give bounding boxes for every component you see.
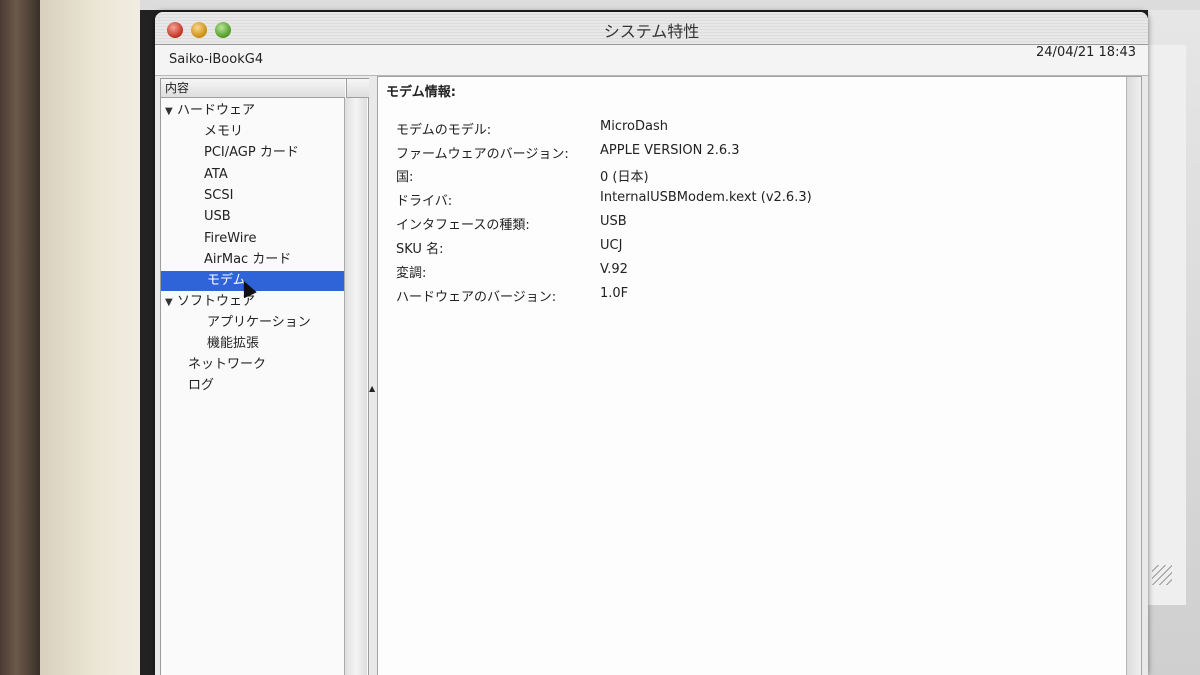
disclosure-triangle-icon[interactable]: ▼ [165,293,177,313]
sidebar-item-label: 機能拡張 [207,336,260,351]
info-key: SKU 名: [396,242,444,257]
info-key: ファームウェアのバージョン: [396,147,569,162]
computer-name: Saiko-iBookG4 [169,52,264,67]
info-value: 0 (日本) [600,170,649,185]
sidebar-item-network[interactable]: ネットワーク [188,355,266,375]
sidebar-scrollbar[interactable] [344,98,367,675]
info-value: USB [600,214,627,229]
sidebar-item-label: ログ [188,378,215,393]
detail-pane: モデム情報: モデムのモデル: MicroDash ファームウェアのバージョン: A… [377,76,1142,675]
info-key: 国: [396,170,414,185]
sidebar-item-label: PCI/AGP カード [204,145,299,160]
window-title: システム特性 [603,22,700,41]
contents-sidebar: 内容 ▼ ハードウェア メモリ PCI/AGP カード ATA SCSI USB … [160,78,369,675]
sidebar-item-extensions[interactable]: 機能拡張 [207,334,259,354]
info-value: InternalUSBModem.kext (v2.6.3) [600,190,812,205]
sidebar-item-usb[interactable]: USB [204,207,231,227]
menu-bar [140,0,1200,10]
sidebar-item-airmac[interactable]: AirMac カード [204,250,291,270]
sidebar-item-label: FireWire [204,231,257,246]
sidebar-item-label: メモリ [204,124,244,139]
info-value: APPLE VERSION 2.6.3 [600,143,740,158]
info-key: モデムのモデル: [396,123,492,138]
background-window [1145,45,1186,605]
info-value: 1.0F [600,286,629,301]
info-key: ドライバ: [396,194,453,209]
sidebar-item-pci-agp[interactable]: PCI/AGP カード [204,143,299,163]
info-key: 変調: [396,266,427,281]
sidebar-item-firewire[interactable]: FireWire [204,229,256,249]
detail-scrollbar[interactable] [1126,77,1141,675]
section-title: モデム情報: [386,85,456,100]
info-key: ハードウェアのバージョン: [396,290,557,305]
sidebar-item-software[interactable]: ▼ ソフトウェア [165,292,255,312]
info-value: UCJ [600,238,623,253]
laptop-frame [40,0,155,675]
info-bar: Saiko-iBookG4 24/04/21 18:43 [155,45,1148,76]
sidebar-item-ata[interactable]: ATA [204,165,228,185]
sidebar-item-label: アプリケーション [207,315,311,330]
info-value: MicroDash [600,119,668,134]
info-value: V.92 [600,262,628,277]
sidebar-item-label: USB [204,209,231,224]
info-key: インタフェースの種類: [396,218,530,233]
sidebar-item-label: ハードウェア [177,103,256,118]
system-profiler-window: システム特性 Saiko-iBookG4 24/04/21 18:43 内容 ▼… [155,12,1148,675]
sidebar-item-label: AirMac カード [204,252,292,267]
datetime: 24/04/21 18:43 [1036,45,1136,60]
sidebar-item-scsi[interactable]: SCSI [204,186,233,206]
sidebar-item-applications[interactable]: アプリケーション [207,313,311,333]
sidebar-item-logs[interactable]: ログ [188,376,214,396]
splitter-arrow-icon[interactable]: ▲ [369,384,375,393]
sidebar-header-corner [346,79,369,98]
sidebar-header[interactable]: 内容 [161,79,345,98]
sidebar-item-memory[interactable]: メモリ [204,122,243,142]
laptop-bezel [0,0,40,675]
disclosure-triangle-icon[interactable]: ▼ [165,102,177,122]
sidebar-item-label: ATA [204,167,228,182]
title-bar[interactable]: システム特性 [155,12,1148,45]
sidebar-item-label: SCSI [204,188,234,203]
resize-grip-icon[interactable] [1152,565,1172,585]
sidebar-item-hardware[interactable]: ▼ ハードウェア [165,101,255,121]
sidebar-item-label: ネットワーク [188,357,267,372]
